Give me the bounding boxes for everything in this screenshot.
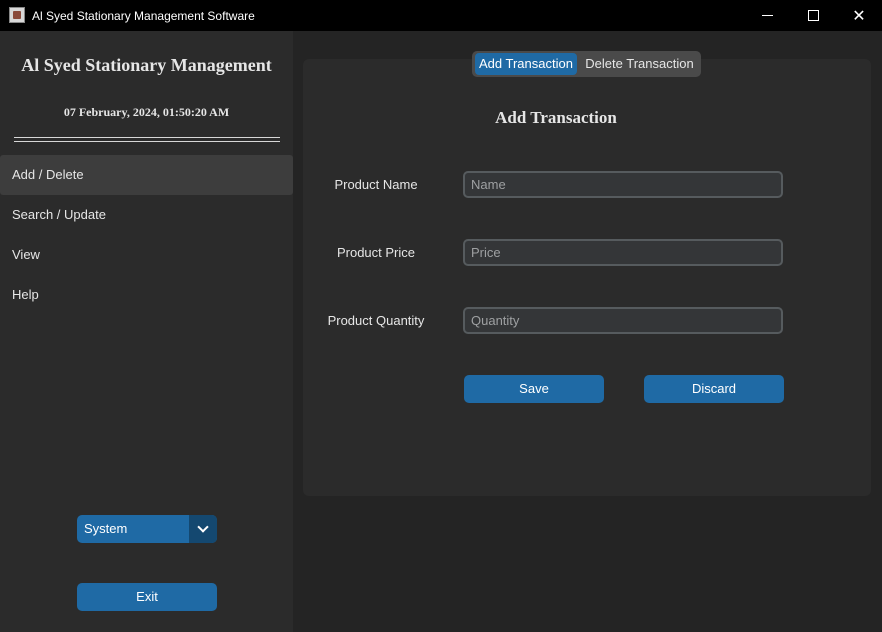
app-window: Al Syed Stationary Management Software ✕… — [0, 0, 882, 632]
sidebar-item-help[interactable]: Help — [0, 275, 293, 315]
sidebar: Al Syed Stationary Management 07 Februar… — [0, 31, 293, 632]
maximize-button[interactable] — [790, 0, 836, 31]
product-quantity-input[interactable] — [463, 307, 783, 334]
tab-add-transaction[interactable]: Add Transaction — [475, 53, 577, 75]
sidebar-separator — [14, 137, 280, 142]
theme-dropdown-toggle[interactable] — [189, 515, 217, 543]
exit-button[interactable]: Exit — [77, 583, 217, 611]
close-icon: ✕ — [852, 5, 866, 25]
datetime-label: 07 February, 2024, 01:50:20 AM — [63, 105, 230, 119]
minimize-button[interactable] — [744, 0, 790, 31]
discard-button[interactable]: Discard — [644, 375, 784, 403]
sidebar-item-view[interactable]: View — [0, 235, 293, 275]
product-name-label: Product Name — [334, 177, 418, 192]
product-price-input[interactable] — [463, 239, 783, 266]
title-bar[interactable]: Al Syed Stationary Management Software ✕ — [0, 0, 882, 31]
save-button[interactable]: Save — [464, 375, 604, 403]
maximize-icon — [807, 10, 819, 21]
sidebar-item-search-update[interactable]: Search / Update — [0, 195, 293, 235]
sidebar-item-add-delete[interactable]: Add / Delete — [0, 155, 293, 195]
product-quantity-label: Product Quantity — [327, 313, 425, 328]
sidebar-title: Al Syed Stationary Management — [21, 55, 272, 75]
close-button[interactable]: ✕ — [836, 0, 882, 31]
chevron-down-icon — [197, 521, 209, 533]
window-title: Al Syed Stationary Management Software — [32, 9, 255, 23]
form-title: Add Transaction — [495, 108, 617, 127]
product-name-input[interactable] — [463, 171, 783, 198]
tab-delete-transaction[interactable]: Delete Transaction — [581, 53, 698, 75]
theme-dropdown[interactable]: System — [77, 515, 217, 543]
product-price-label: Product Price — [336, 245, 416, 260]
theme-dropdown-value: System — [84, 521, 128, 536]
app-logo-icon — [9, 7, 25, 23]
transaction-tabs: Add Transaction Delete Transaction — [472, 51, 701, 77]
minimize-icon — [761, 15, 773, 16]
